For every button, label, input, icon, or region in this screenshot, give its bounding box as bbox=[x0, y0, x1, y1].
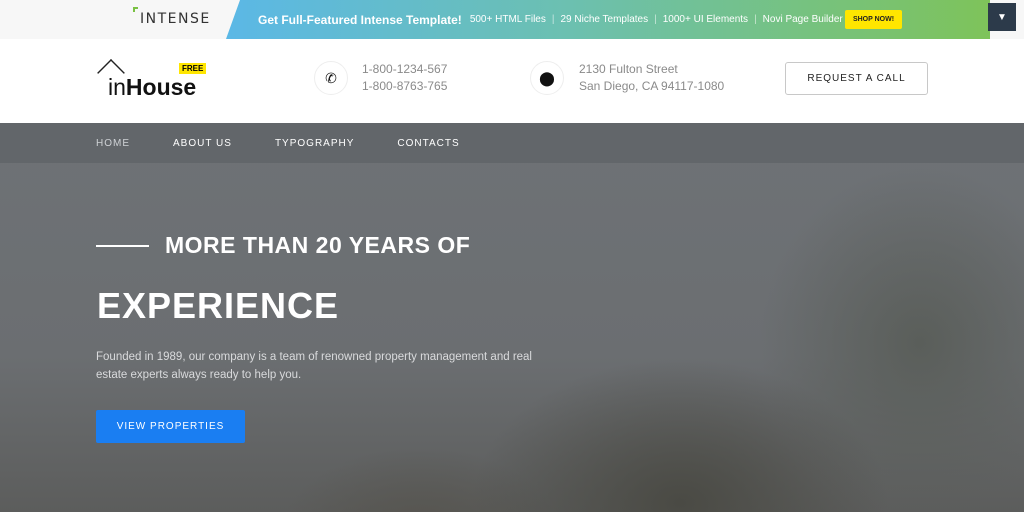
main-nav: HOME ABOUT US TYPOGRAPHY CONTACTS bbox=[0, 123, 1024, 163]
intense-brand[interactable]: INTENSE bbox=[140, 11, 211, 27]
promo-feature: Novi Page Builder bbox=[762, 14, 843, 25]
promo-feature: 1000+ UI Elements bbox=[662, 14, 749, 25]
free-badge: FREE bbox=[179, 63, 207, 74]
nav-about-us[interactable]: ABOUT US bbox=[173, 138, 232, 149]
address-line-2: San Diego, CA 94117-1080 bbox=[579, 79, 725, 93]
promo-feature: 500+ HTML Files bbox=[469, 14, 546, 25]
nav-contacts[interactable]: CONTACTS bbox=[397, 138, 459, 149]
hero-text: Founded in 1989, our company is a team o… bbox=[96, 351, 532, 381]
view-properties-button[interactable]: VIEW PROPERTIES bbox=[96, 410, 245, 443]
hero-section: HOME ABOUT US TYPOGRAPHY CONTACTS MORE T… bbox=[0, 123, 1024, 512]
hero-title-line2: EXPERIENCE bbox=[97, 285, 340, 326]
phone-1[interactable]: 1-800-1234-567 bbox=[362, 61, 447, 78]
nav-home[interactable]: HOME bbox=[96, 138, 130, 149]
hero-title-line1: MORE THAN 20 YEARS OF bbox=[165, 232, 471, 258]
site-header: inHouse FREE ✆ 1-800-1234-567 1-800-8763… bbox=[0, 39, 1024, 123]
nav-typography[interactable]: TYPOGRAPHY bbox=[275, 138, 354, 149]
intense-logo-mark-icon bbox=[133, 7, 138, 12]
logo-text-light: in bbox=[108, 74, 126, 100]
phone-2[interactable]: 1-800-8763-765 bbox=[362, 78, 447, 95]
logo[interactable]: inHouse FREE bbox=[95, 59, 215, 101]
request-call-button[interactable]: REQUEST A CALL bbox=[785, 62, 928, 95]
promo-banner[interactable]: Get Full-Featured Intense Template! 500+… bbox=[226, 0, 990, 39]
promo-topbar: INTENSE Get Full-Featured Intense Templa… bbox=[0, 0, 1024, 39]
logo-text-bold: House bbox=[125, 74, 197, 100]
promo-title: Get Full-Featured Intense Template! bbox=[258, 12, 462, 27]
title-divider bbox=[96, 245, 149, 247]
location-pin-icon: ⬤ bbox=[530, 61, 564, 95]
address-line-1: 2130 Fulton Street bbox=[579, 62, 678, 76]
phone-icon: ✆ bbox=[314, 61, 348, 95]
promo-feature: 29 Niche Templates bbox=[560, 14, 649, 25]
caret-down-icon[interactable]: ▼ bbox=[988, 3, 1016, 31]
shop-now-button[interactable]: SHOP NOW! bbox=[845, 10, 902, 29]
